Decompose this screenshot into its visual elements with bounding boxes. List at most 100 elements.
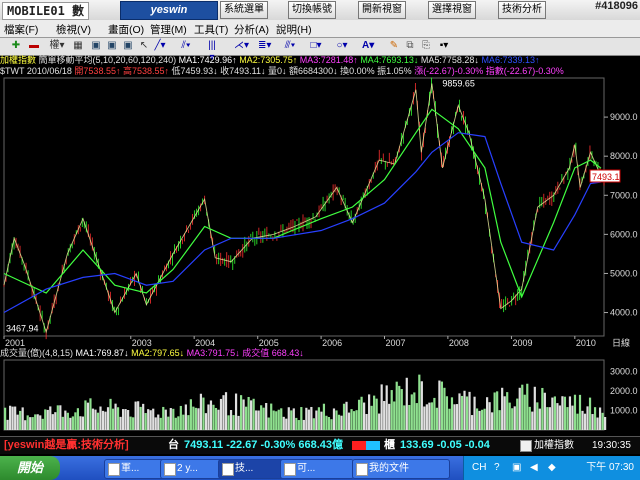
series-line-1 [3, 108, 602, 299]
volume-bar [250, 400, 253, 430]
task-icon [164, 463, 176, 476]
volume-bar [282, 416, 285, 430]
volume-bar [81, 416, 85, 430]
volume-icon[interactable]: ◀ [530, 462, 538, 473]
task-5[interactable]: 我的文件 [352, 459, 450, 479]
volume-bar [491, 412, 494, 430]
x-tick-label: 2006 [322, 338, 342, 348]
volume-bar [383, 401, 386, 430]
task-4[interactable]: 可... [280, 459, 354, 479]
volume-bar [430, 402, 433, 430]
volume-bar [503, 396, 506, 430]
volume-bar [370, 405, 373, 430]
index-icon[interactable] [520, 440, 532, 452]
volume-bar [86, 402, 90, 430]
volume-bar [137, 401, 140, 430]
y-tick-label: 4000.0 [610, 308, 638, 318]
x-tick-label: 2005 [259, 338, 279, 348]
volume-bar [9, 405, 12, 430]
volume-bar [99, 406, 102, 430]
volume-bar [470, 415, 474, 430]
vol-ma2: MA2:797.65↓ [131, 348, 185, 358]
volume-bar [340, 415, 343, 430]
volume-bar [157, 414, 160, 430]
volume-bar [182, 414, 185, 430]
volume-bar [543, 392, 546, 430]
volume-bar [167, 416, 170, 430]
task-2-label: 2 y... [177, 463, 198, 474]
vol-tick-label: 2000.0 [610, 386, 638, 396]
volume-bar [71, 416, 74, 430]
task-icon [284, 463, 296, 476]
volume-bar [16, 414, 19, 430]
x-tick-label: 2008 [449, 338, 469, 348]
volume-bar [511, 408, 514, 430]
volume-bar [46, 409, 49, 430]
volume-bar [41, 418, 44, 430]
volume-bar [54, 412, 57, 430]
network-icon[interactable]: ▣ [512, 462, 521, 473]
volume-bar [302, 419, 305, 430]
clock: 下午 07:30 [586, 462, 634, 473]
volume-bar [347, 412, 351, 430]
volume-bar [147, 409, 150, 430]
volume-bar [209, 400, 213, 430]
x-tick-label: 2010 [576, 338, 596, 348]
volume-bar [197, 408, 200, 430]
unit-label: 日線 [612, 337, 630, 348]
volume-bar [19, 410, 22, 430]
volume-bar [425, 404, 428, 430]
volume-bar [498, 410, 501, 430]
volume-bar [96, 412, 100, 430]
volume-bar [455, 404, 459, 430]
volume-bar [463, 390, 466, 430]
high-mark: 9859.65 [442, 79, 475, 89]
y-tick-label: 8000.0 [610, 151, 638, 161]
volume-bar [586, 406, 589, 430]
volume-bar [516, 398, 519, 430]
volume-bar [91, 408, 95, 430]
volume-bar [393, 401, 396, 430]
price-volume-chart[interactable]: 9000.0 8000.0 7000.0 6000.0 5000.0 4000.0 2001… [0, 0, 640, 436]
volume-bar [199, 393, 203, 430]
volume-bar [257, 410, 260, 430]
volume-bar [214, 407, 218, 430]
volume-bar [368, 394, 371, 430]
lang-indicator[interactable]: CH [472, 456, 486, 480]
volume-bar [292, 408, 295, 430]
volume-bar [538, 408, 541, 430]
tray-icon[interactable]: ◆ [548, 462, 556, 473]
vol-tick-label: 3000.0 [610, 367, 638, 377]
volume-bar [571, 405, 574, 430]
volume-bar [536, 402, 539, 430]
volume-bar [119, 416, 122, 430]
volume-bar [453, 404, 456, 430]
volume-bar [24, 420, 27, 430]
volume-bar [558, 405, 562, 430]
volume-bar [174, 417, 177, 430]
volume-bar [355, 410, 358, 430]
volume-bar [395, 381, 398, 430]
volume-bar [400, 389, 403, 430]
task-icon [108, 463, 120, 476]
volume-bar [435, 407, 438, 430]
market-twse: 台 [168, 439, 179, 451]
slogan: [yeswin越是贏:技術分析] [4, 439, 129, 451]
volume-bar [566, 407, 569, 430]
volume-bar [111, 408, 115, 430]
volume-bar [149, 410, 152, 430]
volume-bar [501, 387, 504, 430]
vol-tick-label: 1000.0 [610, 406, 638, 416]
volume-title: 成交量(億)(4,8,15) [0, 348, 74, 358]
volume-header: 成交量(億)(4,8,15) MA1:769.87↓ MA2:797.65↓ M… [0, 348, 640, 359]
volume-bar [14, 406, 17, 430]
help-icon[interactable]: ? [494, 462, 500, 473]
volume-bar [438, 380, 441, 430]
volume-bar [568, 396, 572, 430]
market-otc: 櫃 [384, 439, 395, 451]
volume-bar [265, 403, 268, 430]
volume-bar [144, 413, 147, 430]
index-label[interactable]: 加權指數 [534, 437, 574, 454]
start-button[interactable]: 開始 [0, 456, 60, 480]
twse-quote: 7493.11 -22.67 -0.30% 668.43億 [184, 439, 344, 451]
